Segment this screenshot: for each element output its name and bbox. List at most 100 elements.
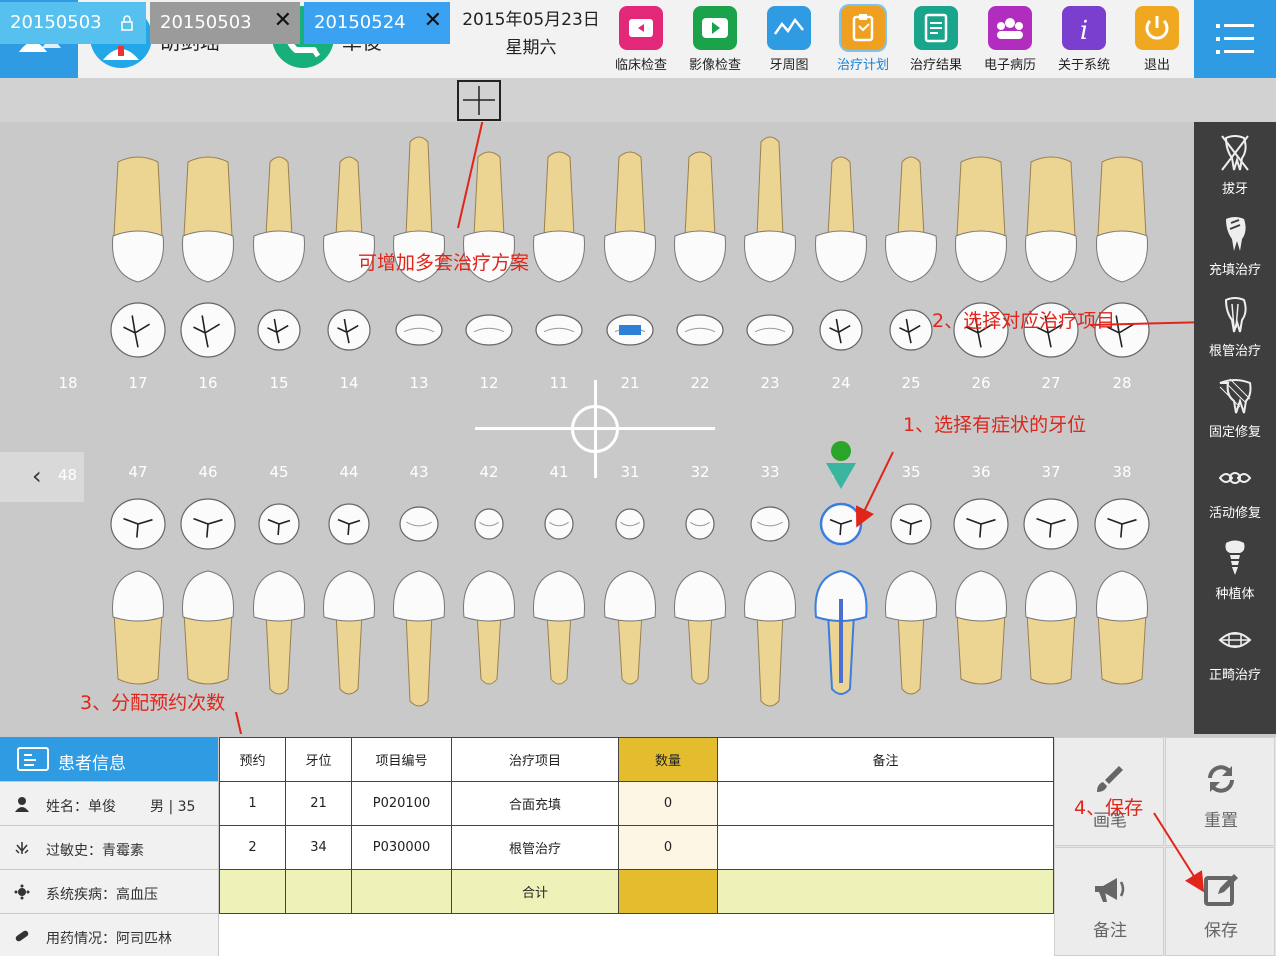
tooth-number[interactable]: 45 xyxy=(259,463,299,481)
prev-tooth-button[interactable]: ‹ 48 xyxy=(0,452,84,502)
tooth-number[interactable]: 38 xyxy=(1102,463,1142,481)
cell-quantity[interactable]: 0 xyxy=(618,781,718,826)
lower-tooth-33[interactable] xyxy=(741,569,799,709)
tool-periodontal[interactable]: 牙周图 xyxy=(752,4,826,76)
lower-occlusal-47[interactable] xyxy=(109,497,167,551)
cell-quantity[interactable]: 0 xyxy=(618,825,718,870)
tooth-number[interactable]: 37 xyxy=(1031,463,1071,481)
tooth-number[interactable]: 14 xyxy=(329,374,369,392)
tooth-number[interactable]: 44 xyxy=(329,463,369,481)
lower-occlusal-31[interactable] xyxy=(614,507,646,541)
menu-button[interactable] xyxy=(1194,0,1276,78)
sidebar-item-removable-restoration[interactable]: 活动修复 xyxy=(1194,450,1276,530)
save-button[interactable]: 保存 xyxy=(1165,847,1275,956)
lower-tooth-42[interactable] xyxy=(460,569,518,687)
tool-clinical-exam[interactable]: 临床检查 xyxy=(604,4,678,76)
close-icon[interactable]: ✕ xyxy=(424,10,442,32)
tooth-number[interactable]: 36 xyxy=(961,463,1001,481)
tab-plan-1[interactable]: 20150503 xyxy=(0,2,146,44)
lower-tooth-41[interactable] xyxy=(530,569,588,687)
lower-tooth-35[interactable] xyxy=(882,569,940,697)
tooth-number[interactable]: 26 xyxy=(961,374,1001,392)
lower-occlusal-43[interactable] xyxy=(398,505,440,543)
upper-tooth-23 xyxy=(744,136,796,283)
lower-occlusal-33[interactable] xyxy=(749,505,791,543)
tool-treatment-plan[interactable]: 治疗计划 xyxy=(826,4,900,76)
tool-treatment-result[interactable]: 治疗结果 xyxy=(899,4,973,76)
tooth-number[interactable]: 23 xyxy=(750,374,790,392)
tab-plan-2[interactable]: 20150503 ✕ xyxy=(150,2,300,44)
cell-notes[interactable] xyxy=(717,781,1054,826)
lower-tooth-36[interactable] xyxy=(952,569,1010,687)
lower-tooth-38[interactable] xyxy=(1093,569,1151,687)
lower-tooth-37[interactable] xyxy=(1022,569,1080,687)
tooth-number[interactable]: 16 xyxy=(188,374,228,392)
reset-button[interactable]: 重置 xyxy=(1165,737,1275,846)
tooth-number[interactable]: 25 xyxy=(891,374,931,392)
sidebar-item-implant[interactable]: 种植体 xyxy=(1194,531,1276,611)
tooth-number[interactable]: 11 xyxy=(539,374,579,392)
pen-button[interactable]: 画笔 xyxy=(1054,737,1164,846)
tooth-number[interactable]: 28 xyxy=(1102,374,1142,392)
tool-imaging[interactable]: 影像检查 xyxy=(678,4,752,76)
tooth-number[interactable]: 15 xyxy=(259,374,299,392)
tab-plan-3[interactable]: 20150524 ✕ xyxy=(304,2,450,44)
tooth-number[interactable]: 32 xyxy=(680,463,720,481)
sidebar-item-orthodontic[interactable]: 正畸治疗 xyxy=(1194,612,1276,692)
lower-tooth-43[interactable] xyxy=(390,569,448,709)
tooth-number[interactable]: 24 xyxy=(821,374,861,392)
cell-appointment[interactable]: 1 xyxy=(219,781,286,826)
lower-occlusal-35[interactable] xyxy=(889,502,933,546)
lower-occlusal-46[interactable] xyxy=(179,497,237,551)
lower-occlusal-44[interactable] xyxy=(327,502,371,546)
tool-medical-record[interactable]: 电子病历 xyxy=(973,4,1047,76)
tooth-number[interactable]: 41 xyxy=(539,463,579,481)
sidebar-item-root-canal[interactable]: 根管治疗 xyxy=(1194,288,1276,368)
tooth-number[interactable]: 42 xyxy=(469,463,509,481)
tooth-number[interactable]: 35 xyxy=(891,463,931,481)
tooth-number[interactable]: 46 xyxy=(188,463,228,481)
upper-occlusal-22 xyxy=(676,314,724,346)
lower-occlusal-38[interactable] xyxy=(1093,497,1151,551)
sidebar-item-filling[interactable]: 充填治疗 xyxy=(1194,207,1276,287)
fixed-restoration-icon xyxy=(1219,378,1252,414)
lower-occlusal-37[interactable] xyxy=(1022,497,1080,551)
lower-tooth-44[interactable] xyxy=(320,569,378,697)
sidebar-item-extraction[interactable]: 拔牙 xyxy=(1194,126,1276,206)
tool-exit[interactable]: 退出 xyxy=(1120,4,1194,76)
lower-occlusal-45[interactable] xyxy=(257,502,301,546)
tooth-number[interactable]: 33 xyxy=(750,463,790,481)
tooth-number[interactable]: 31 xyxy=(610,463,650,481)
tool-about[interactable]: i 关于系统 xyxy=(1047,4,1121,76)
close-icon[interactable]: ✕ xyxy=(274,10,292,32)
lower-occlusal-36[interactable] xyxy=(952,497,1010,551)
tool-label: 治疗结果 xyxy=(909,58,962,73)
tooth-number[interactable]: 21 xyxy=(610,374,650,392)
lower-tooth-34[interactable] xyxy=(812,569,870,697)
lower-occlusal-42[interactable] xyxy=(473,507,505,541)
tooth-number[interactable]: 13 xyxy=(399,374,439,392)
tooth-number[interactable]: 47 xyxy=(118,463,158,481)
sidebar-item-fixed-restoration[interactable]: 固定修复 xyxy=(1194,369,1276,449)
lower-tooth-32[interactable] xyxy=(671,569,729,687)
lower-occlusal-34[interactable] xyxy=(819,502,863,546)
lower-tooth-45[interactable] xyxy=(250,569,308,697)
tooth-number[interactable]: 22 xyxy=(680,374,720,392)
tooth-number[interactable]: 27 xyxy=(1031,374,1071,392)
cell-notes[interactable] xyxy=(717,825,1054,870)
lower-tooth-46[interactable] xyxy=(179,569,237,687)
cell-appointment[interactable]: 2 xyxy=(219,825,286,870)
lower-tooth-47[interactable] xyxy=(109,569,167,687)
note-button[interactable]: 备注 xyxy=(1054,847,1164,956)
lower-occlusal-41[interactable] xyxy=(543,507,575,541)
tooth-number[interactable]: 12 xyxy=(469,374,509,392)
tooth-number[interactable]: 43 xyxy=(399,463,439,481)
tooth-number[interactable]: 17 xyxy=(118,374,158,392)
table-row[interactable]: 1 21 P020100 合面充填 0 xyxy=(219,781,1054,826)
tooth-number[interactable]: 18 xyxy=(48,374,88,392)
lower-occlusal-32[interactable] xyxy=(684,507,716,541)
add-plan-button[interactable] xyxy=(457,80,501,121)
selected-marker-triangle xyxy=(826,463,856,489)
table-row[interactable]: 2 34 P030000 根管治疗 0 xyxy=(219,825,1054,870)
lower-tooth-31[interactable] xyxy=(601,569,659,687)
